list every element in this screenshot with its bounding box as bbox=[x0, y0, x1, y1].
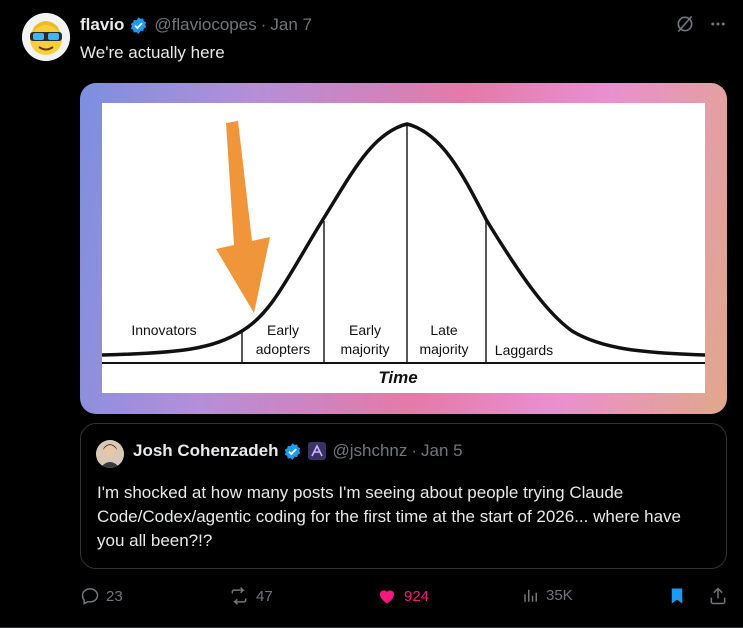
separator-dot: · bbox=[411, 441, 418, 460]
label-innovators: Innovators bbox=[131, 322, 196, 338]
reply-count: 23 bbox=[106, 587, 123, 605]
views-button[interactable]: 35K bbox=[522, 586, 573, 604]
bookmark-button[interactable] bbox=[668, 586, 686, 606]
verified-badge-icon bbox=[129, 16, 148, 35]
post-top-actions bbox=[675, 14, 727, 39]
author-name[interactable]: flavio bbox=[80, 15, 124, 35]
label-early-majority-2: majority bbox=[340, 341, 389, 357]
reply-icon bbox=[81, 588, 99, 605]
share-button[interactable] bbox=[708, 586, 728, 606]
quote-text: I'm shocked at how many posts I'm seeing… bbox=[97, 483, 681, 550]
quote-author-handle[interactable]: @jshchnz bbox=[332, 441, 407, 461]
quote-header: Josh Cohenzadeh @jshchnz · Jan 5 bbox=[133, 441, 463, 461]
author-handle[interactable]: @flaviocopes bbox=[154, 15, 256, 35]
verified-badge-icon bbox=[283, 442, 302, 461]
like-button[interactable]: 924 bbox=[376, 586, 429, 606]
quoted-post[interactable]: Josh Cohenzadeh @jshchnz · Jan 5 I'm sho… bbox=[80, 423, 727, 569]
label-early-adopters-2: adopters bbox=[256, 341, 310, 357]
post-media[interactable]: Innovators Early adopters Early majority… bbox=[80, 83, 727, 414]
repost-count: 47 bbox=[256, 587, 273, 605]
repost-icon bbox=[231, 587, 247, 605]
avatar-image bbox=[22, 13, 70, 61]
bell-curve bbox=[101, 122, 706, 357]
reply-button[interactable]: 23 bbox=[80, 586, 123, 606]
author-avatar[interactable] bbox=[22, 13, 70, 61]
post-actions: 23 47 924 35K bbox=[80, 586, 728, 610]
post-header: flavio @flaviocopes · Jan 7 bbox=[80, 14, 312, 36]
views-icon bbox=[524, 589, 537, 602]
affiliation-badge-icon[interactable] bbox=[308, 442, 327, 460]
quote-date[interactable]: Jan 5 bbox=[421, 441, 463, 461]
label-early-majority-1: Early bbox=[349, 322, 381, 338]
bookmark-icon bbox=[671, 588, 683, 604]
grok-icon[interactable] bbox=[675, 14, 695, 39]
orange-arrow-icon bbox=[216, 121, 270, 313]
repost-button[interactable]: 47 bbox=[228, 586, 273, 606]
label-late-majority-1: Late bbox=[430, 322, 457, 338]
label-time: Time bbox=[378, 368, 417, 387]
views-count: 35K bbox=[546, 586, 573, 604]
label-late-majority-2: majority bbox=[419, 341, 468, 357]
label-early-adopters-1: Early bbox=[267, 322, 299, 338]
like-count: 924 bbox=[404, 587, 430, 605]
label-laggards: Laggards bbox=[495, 342, 553, 358]
quote-author-name[interactable]: Josh Cohenzadeh bbox=[133, 441, 278, 461]
share-icon bbox=[710, 587, 726, 605]
post-text: We're actually here bbox=[80, 43, 225, 62]
diffusion-curve-image: Innovators Early adopters Early majority… bbox=[101, 103, 706, 393]
post-date[interactable]: Jan 7 bbox=[270, 15, 312, 35]
more-icon[interactable] bbox=[709, 15, 727, 38]
separator-dot: · bbox=[260, 15, 267, 34]
quote-author-avatar[interactable] bbox=[96, 440, 124, 468]
heart-icon bbox=[379, 590, 395, 604]
